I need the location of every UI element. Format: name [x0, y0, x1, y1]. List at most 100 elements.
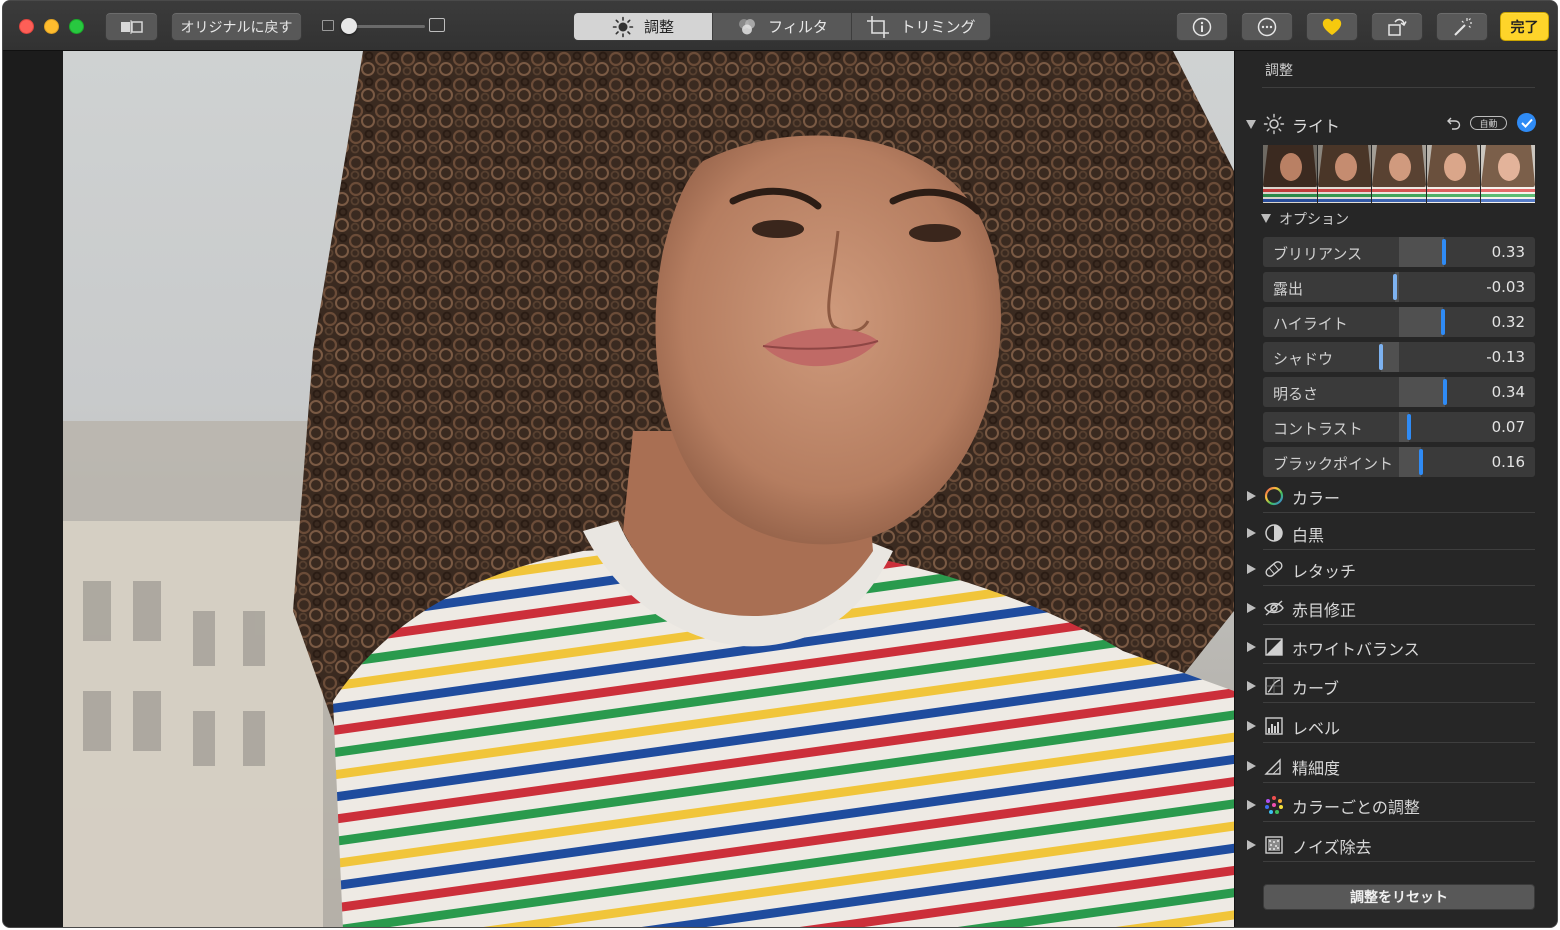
portrait-photo [63, 51, 1234, 927]
slider-label: コントラスト [1273, 420, 1363, 438]
slider-label: ハイライト [1273, 315, 1348, 333]
slider-handle[interactable] [1392, 274, 1397, 300]
auto-button[interactable]: 自動 [1470, 116, 1507, 130]
disclosure-down-icon[interactable] [1246, 120, 1256, 129]
tab-adjust[interactable]: 調整 [574, 13, 713, 40]
checkmark-icon [1520, 118, 1533, 128]
light-slider[interactable]: ブリリアンス 0.33 [1263, 237, 1535, 267]
disclosure-right-icon[interactable] [1247, 642, 1256, 652]
section-label: 精細度 [1292, 759, 1341, 778]
more-icon [1257, 17, 1277, 36]
light-thumbnail[interactable] [1317, 145, 1372, 203]
favorite-button[interactable] [1306, 12, 1358, 41]
section-red-eye[interactable]: 赤目修正 [1235, 591, 1557, 625]
section-selective-color[interactable]: カラーごとの調整 [1235, 788, 1557, 822]
disclosure-right-icon[interactable] [1247, 603, 1256, 613]
slider-value[interactable]: 0.07 [1492, 418, 1525, 436]
compare-button[interactable] [105, 12, 158, 41]
slider-value[interactable]: 0.33 [1492, 243, 1525, 261]
light-thumbnail[interactable] [1263, 145, 1317, 203]
disclosure-right-icon[interactable] [1247, 681, 1256, 691]
section-label: ホワイトバランス [1292, 640, 1420, 659]
slider-label: ブリリアンス [1273, 245, 1363, 263]
section-divider [1263, 702, 1535, 703]
sun-icon [612, 16, 634, 37]
undo-icon[interactable] [1446, 115, 1462, 131]
slider-label: 明るさ [1273, 385, 1319, 403]
section-noise-reduction[interactable]: ノイズ除去 [1235, 828, 1557, 862]
disclosure-right-icon[interactable] [1247, 840, 1256, 850]
slider-value[interactable]: 0.16 [1492, 453, 1525, 471]
slider-value[interactable]: 0.32 [1492, 313, 1525, 331]
rotate-button[interactable] [1371, 12, 1423, 41]
slider-handle[interactable] [1443, 379, 1448, 405]
color-wheel-icon [1264, 486, 1284, 506]
slider-handle[interactable] [1440, 309, 1445, 335]
minimize-window-button[interactable] [44, 19, 59, 34]
zoom-slider-knob[interactable] [341, 18, 357, 34]
section-label: カラーごとの調整 [1292, 798, 1420, 817]
light-thumbnail[interactable] [1426, 145, 1481, 203]
slider-value[interactable]: -0.13 [1486, 348, 1525, 366]
slider-handle[interactable] [1441, 239, 1446, 265]
light-thumbnail[interactable] [1372, 145, 1426, 203]
disclosure-right-icon[interactable] [1247, 491, 1256, 501]
slider-handle[interactable] [1379, 344, 1384, 370]
section-label: カーブ [1292, 679, 1340, 698]
section-divider [1263, 821, 1535, 822]
slider-handle[interactable] [1406, 414, 1411, 440]
done-button[interactable]: 完了 [1500, 12, 1549, 41]
section-curves[interactable]: カーブ [1235, 669, 1557, 703]
auto-enhance-button[interactable] [1436, 12, 1488, 41]
light-slider[interactable]: ハイライト 0.32 [1263, 307, 1535, 337]
light-slider[interactable]: 明るさ 0.34 [1263, 377, 1535, 407]
slider-value[interactable]: 0.34 [1492, 383, 1525, 401]
light-thumbnail[interactable] [1481, 145, 1535, 203]
red-eye-icon [1264, 600, 1284, 616]
sidebar-title: 調整 [1265, 63, 1293, 79]
section-white-balance[interactable]: ホワイトバランス [1235, 630, 1557, 664]
sidebar-divider [1262, 87, 1535, 88]
white-balance-icon [1265, 638, 1283, 656]
light-slider[interactable]: コントラスト 0.07 [1263, 412, 1535, 442]
adjustments-sidebar: 調整 ライト 自動 オプション ブリリアンス 0.33 露出 -0.03 ハイラ… [1234, 51, 1557, 927]
revert-to-original-button[interactable]: オリジナルに戻す [171, 12, 302, 41]
disclosure-right-icon[interactable] [1247, 721, 1256, 731]
edited-photo[interactable] [63, 51, 1234, 927]
slider-label: 露出 [1273, 280, 1304, 298]
slider-handle[interactable] [1418, 449, 1423, 475]
section-color-wheel[interactable]: カラー [1235, 479, 1557, 513]
light-slider[interactable]: 露出 -0.03 [1263, 272, 1535, 302]
light-preset-thumbnails [1263, 145, 1535, 203]
disclosure-right-icon[interactable] [1247, 761, 1256, 771]
section-label: レベル [1292, 719, 1341, 738]
section-label: レタッチ [1292, 562, 1357, 581]
section-bandage[interactable]: レタッチ [1235, 552, 1557, 586]
light-slider[interactable]: ブラックポイント 0.16 [1263, 447, 1535, 477]
light-slider[interactable]: シャドウ -0.13 [1263, 342, 1535, 372]
light-section-label: ライト [1292, 117, 1341, 136]
zoom-window-button[interactable] [69, 19, 84, 34]
close-window-button[interactable] [19, 19, 34, 34]
disclosure-right-icon[interactable] [1247, 528, 1256, 538]
disclosure-right-icon[interactable] [1247, 800, 1256, 810]
tab-filters[interactable]: フィルタ [713, 13, 852, 40]
section-levels[interactable]: レベル [1235, 709, 1557, 743]
section-label: カラー [1292, 489, 1341, 508]
photo-canvas [3, 51, 1234, 927]
section-divider [1263, 512, 1535, 513]
zoom-in-icon [429, 18, 445, 32]
section-black-white[interactable]: 白黒 [1235, 516, 1557, 550]
more-button[interactable] [1241, 12, 1293, 41]
tab-crop[interactable]: トリミング [852, 13, 990, 40]
zoom-out-icon [322, 20, 334, 31]
light-enabled-toggle[interactable] [1517, 113, 1536, 132]
reset-adjustments-button[interactable]: 調整をリセット [1263, 884, 1535, 910]
light-section-header[interactable]: ライト 自動 [1235, 109, 1557, 139]
disclosure-right-icon[interactable] [1247, 564, 1256, 574]
info-button[interactable] [1176, 12, 1228, 41]
section-definition[interactable]: 精細度 [1235, 749, 1557, 783]
slider-value[interactable]: -0.03 [1486, 278, 1525, 296]
disclosure-down-icon[interactable] [1261, 214, 1271, 223]
tab-adjust-label: 調整 [643, 18, 674, 36]
